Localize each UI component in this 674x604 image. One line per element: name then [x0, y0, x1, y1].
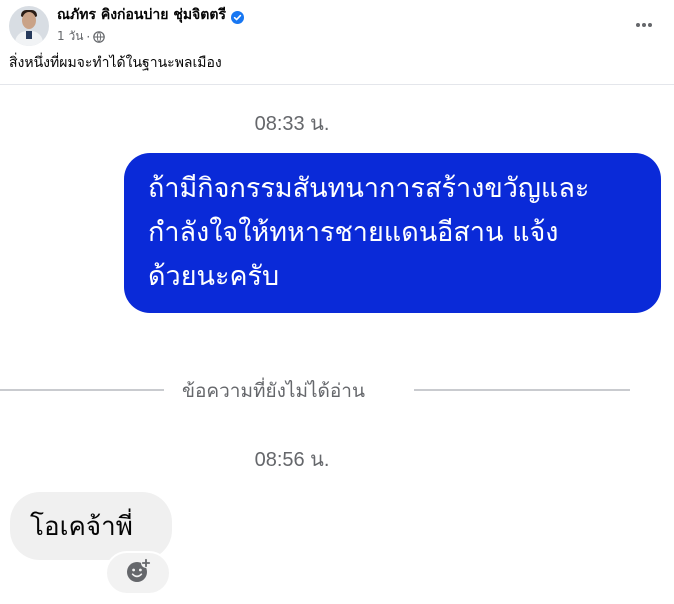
unread-divider-right	[414, 389, 630, 391]
post-timestamp[interactable]: 1 วัน	[57, 27, 83, 46]
outgoing-line-2: กำลังใจให้ทหารชายแดนอีสาน แจ้ง	[148, 217, 559, 248]
author-avatar[interactable]	[9, 6, 49, 46]
outgoing-line-1: ถ้ามีกิจกรรมสันทนาการสร้างขวัญและ	[148, 173, 590, 204]
facebook-post: ณภัทร คิงก่อนบ่าย ชุ่มจิตตรี 1 วัน · สิ่…	[0, 0, 674, 604]
post-caption: สิ่งหนึ่งที่ผมจะทำได้ในฐานะพลเมือง	[9, 55, 222, 71]
outgoing-message-bubble: ถ้ามีกิจกรรมสันทนาการสร้างขวัญและ กำลังใ…	[124, 153, 661, 313]
unread-messages-label: ข้อความที่ยังไม่ได้อ่าน	[182, 380, 365, 402]
post-meta: 1 วัน ·	[57, 27, 106, 46]
incoming-message-bubble: โอเคจ้าพี่	[10, 492, 172, 560]
author-name[interactable]: ณภัทร คิงก่อนบ่าย ชุ่มจิตตรี	[57, 4, 226, 26]
outgoing-line-3: ด้วยนะครับ	[148, 261, 280, 292]
more-horizontal-icon	[635, 13, 653, 32]
globe-icon	[93, 30, 106, 43]
message-time-1: 08:33 น.	[254, 113, 330, 135]
message-time-2: 08:56 น.	[254, 449, 330, 471]
more-options-button[interactable]	[630, 10, 658, 34]
add-reaction-icon	[125, 558, 151, 588]
author-row: ณภัทร คิงก่อนบ่าย ชุ่มจิตตรี	[57, 6, 244, 24]
chat-screenshot-image[interactable]: 08:33 น. ถ้ามีกิจกรรมสันทนาการสร้างขวัญแ…	[0, 84, 674, 604]
meta-separator: ·	[86, 29, 91, 44]
unread-divider-left	[0, 389, 164, 391]
incoming-message-text: โอเคจ้าพี่	[30, 511, 133, 542]
post-header: ณภัทร คิงก่อนบ่าย ชุ่มจิตตรี 1 วัน · สิ่…	[0, 0, 674, 84]
verified-badge-icon	[230, 9, 244, 24]
add-reaction-button[interactable]	[105, 551, 171, 595]
